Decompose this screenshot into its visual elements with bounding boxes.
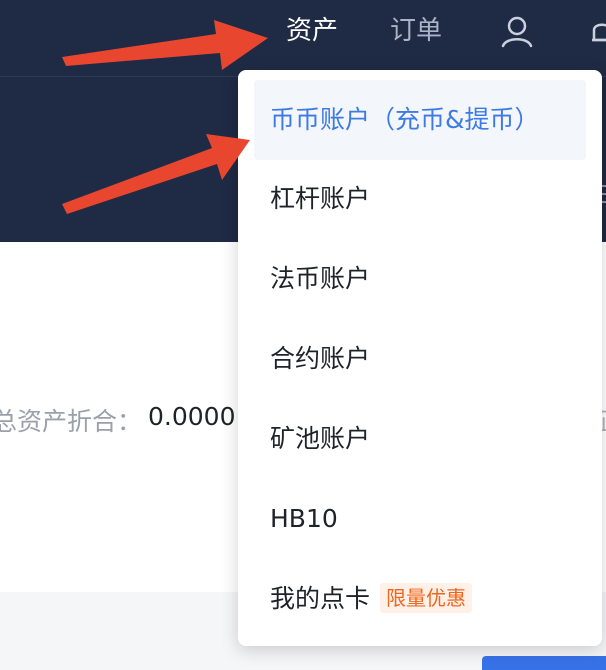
arrow-to-spot-account <box>62 134 250 214</box>
arrow-to-assets <box>62 20 268 70</box>
annotation-arrows <box>62 20 268 214</box>
